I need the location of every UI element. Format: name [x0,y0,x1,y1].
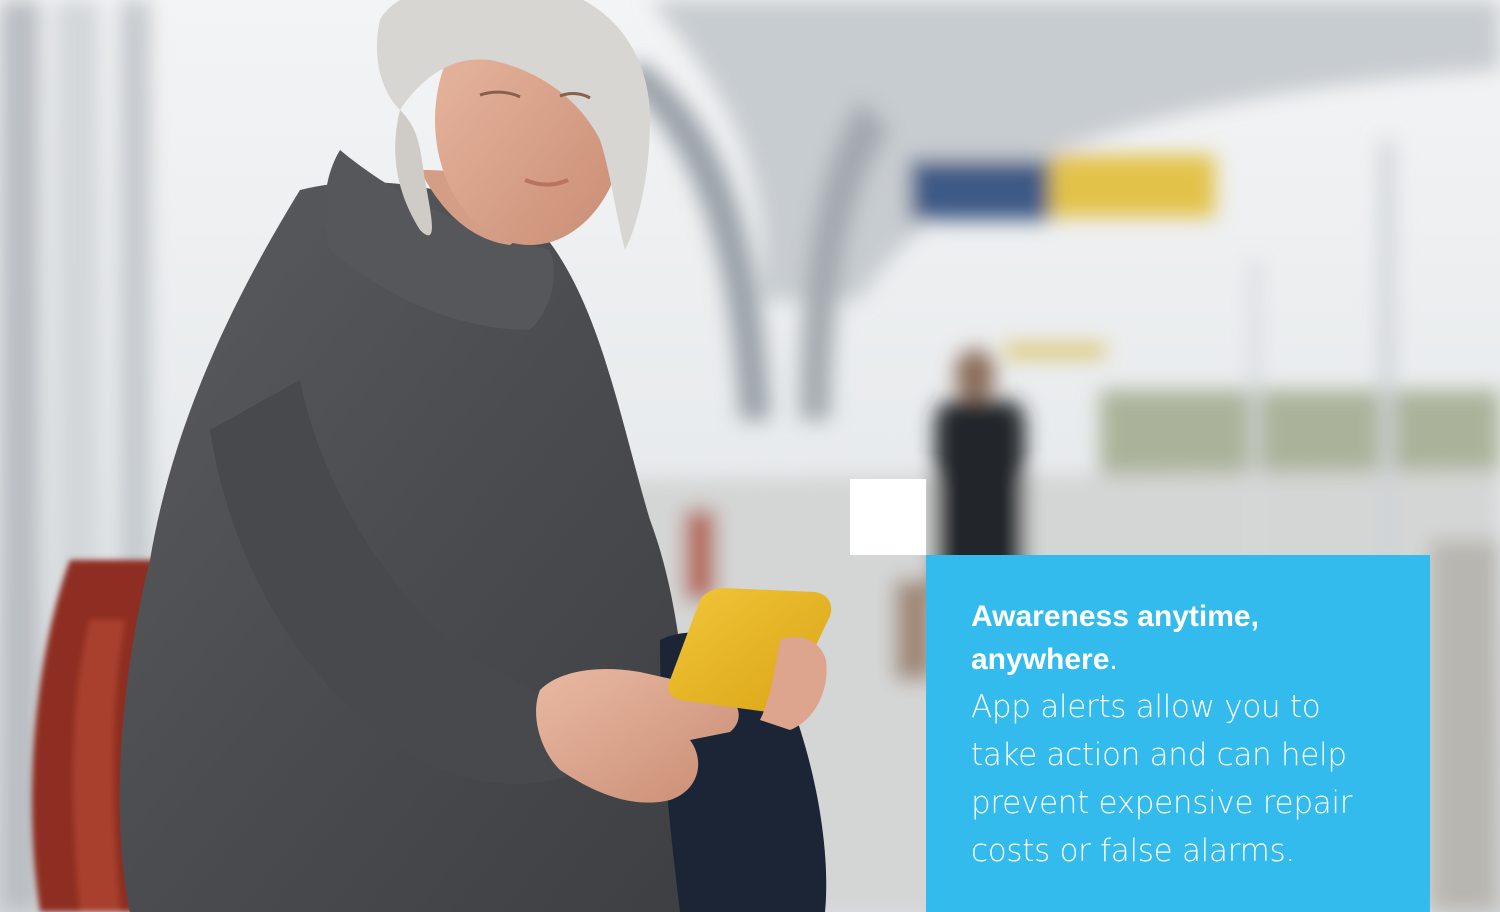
callout-body: App alerts allow you to take action and … [971,689,1353,869]
callout-title: Awareness anytime, anywhere. [971,595,1351,681]
decorative-white-square [850,479,926,555]
feature-callout: Awareness anytime, anywhere. App alerts … [926,555,1430,912]
callout-title-period: . [1109,643,1118,676]
hero-banner: Awareness anytime, anywhere. App alerts … [0,0,1500,912]
